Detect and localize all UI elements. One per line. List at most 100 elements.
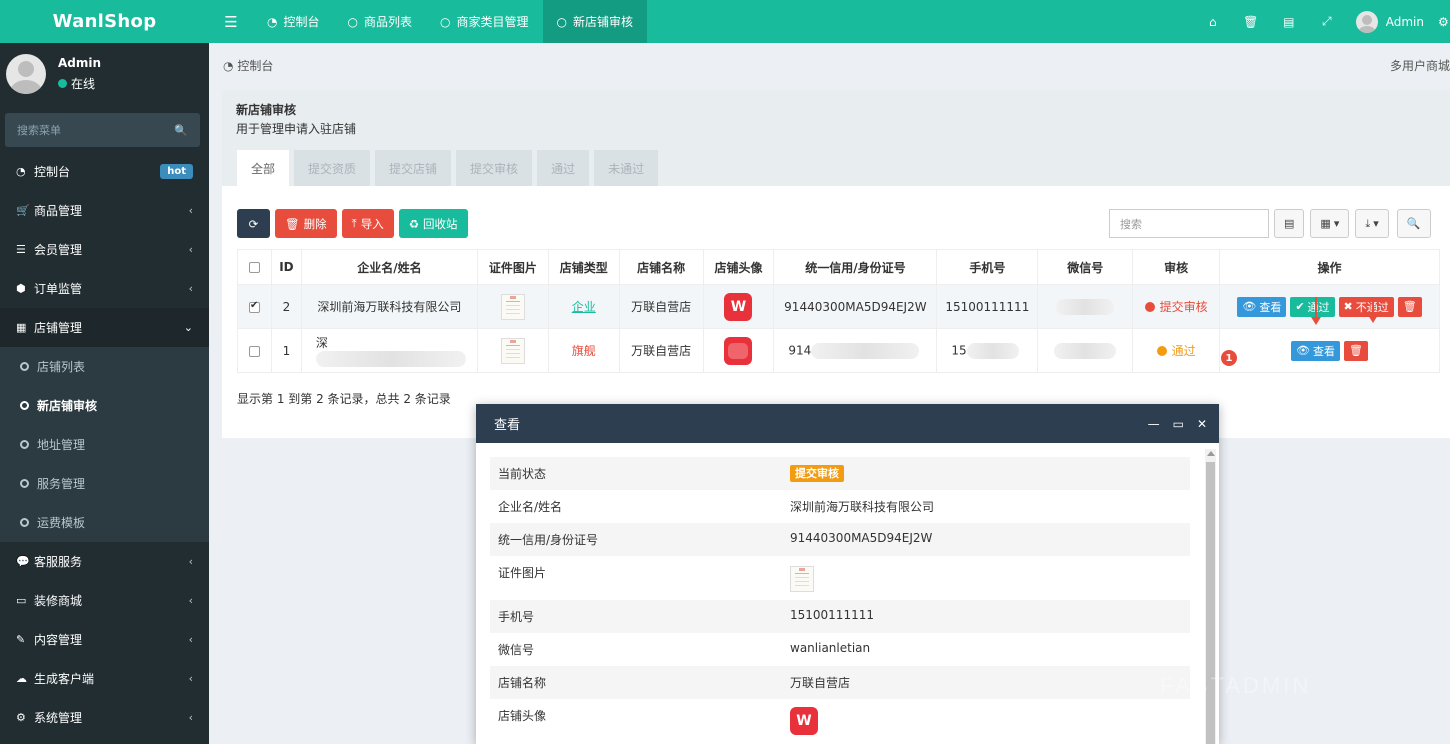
column-header[interactable]: 店铺头像	[702, 249, 775, 285]
sidebar-item-dashboard[interactable]: ◔ 控制台 hot	[0, 152, 209, 191]
sidebar-item-members[interactable]: ☰ 会员管理 ‹	[0, 230, 209, 269]
row-checkbox[interactable]	[248, 300, 260, 313]
toggle-view-button[interactable]: ▤	[1274, 209, 1305, 238]
detail-row: 统一信用/身份证号 91440300MA5D94EJ2W	[490, 523, 1190, 556]
close-icon[interactable]: ✕	[1197, 417, 1207, 431]
tab-category-manage[interactable]: ○ 商家类目管理	[426, 0, 543, 43]
sidebar-item-customer-service[interactable]: 💬 客服服务 ‹	[0, 542, 209, 581]
table-icon: ▤	[1284, 217, 1295, 230]
import-button[interactable]: ⤒ 导入	[341, 209, 394, 238]
breadcrumb[interactable]: ◔ 控制台	[223, 57, 273, 74]
sidebar-item-client[interactable]: ☁ 生成客户端 ‹	[0, 659, 209, 698]
trash-icon[interactable]: 🗑	[1232, 0, 1270, 43]
app-logo[interactable]: WanlShop	[0, 0, 209, 43]
checkbox[interactable]	[248, 262, 260, 273]
sidebar-item-label: 店铺管理	[34, 321, 83, 335]
view-button[interactable]: 👁 查看	[1237, 296, 1287, 317]
row-checkbox[interactable]	[248, 345, 260, 357]
export-button[interactable]: ⤓ ▾	[1355, 209, 1389, 238]
recycle-bin-button[interactable]: ♻ 回收站	[398, 209, 468, 238]
tab-label: 新店铺审核	[572, 15, 633, 29]
scroll-up-icon[interactable]	[1207, 451, 1215, 456]
columns-button[interactable]: ▦ ▾	[1310, 209, 1350, 238]
tab-submit-review[interactable]: 提交审核	[456, 150, 533, 186]
tab-dashboard[interactable]: ◔ 控制台	[253, 0, 334, 43]
tab-submit-shop[interactable]: 提交店铺	[375, 150, 452, 186]
tab-label: 商家类目管理	[456, 15, 529, 29]
sidebar-subitem-shop-list[interactable]: 店铺列表	[0, 347, 209, 386]
shop-avatar-image[interactable]: W	[724, 292, 753, 321]
select-all-checkbox[interactable]	[237, 249, 272, 285]
pass-button[interactable]: ✔ 通过	[1290, 296, 1335, 317]
sidebar-item-decoration[interactable]: ▭ 装修商城 ‹	[0, 581, 209, 620]
credit-blurred	[811, 342, 920, 359]
column-header[interactable]: 操作	[1219, 249, 1440, 285]
modal-scrollbar[interactable]	[1205, 449, 1216, 744]
sidebar-subitem-freight[interactable]: 运费模板	[0, 503, 209, 542]
search-icon[interactable]: 🔍	[174, 124, 188, 137]
column-header[interactable]: 审核	[1132, 249, 1221, 285]
home-icon[interactable]: ⌂	[1194, 0, 1232, 43]
certificate-image[interactable]	[790, 566, 814, 592]
column-header[interactable]: 企业名/姓名	[300, 249, 478, 285]
delete-row-button[interactable]: 🗑	[1344, 340, 1369, 361]
sidebar-item-system[interactable]: ⚙ 系统管理 ‹	[0, 698, 209, 737]
delete-row-button[interactable]: 🗑	[1397, 296, 1422, 317]
column-header[interactable]: 微信号	[1037, 249, 1134, 285]
sidebar-search-input[interactable]: 搜索菜单 🔍	[5, 113, 200, 147]
tab-all[interactable]: 全部	[237, 150, 290, 186]
sidebar-item-content[interactable]: ✎ 内容管理 ‹	[0, 620, 209, 659]
breadcrumb-home[interactable]: 控制台	[237, 59, 273, 73]
shop-avatar-image[interactable]	[724, 336, 753, 365]
chevron-left-icon: ‹	[188, 282, 193, 295]
refresh-button[interactable]: ⟳	[237, 209, 270, 238]
tab-new-shop-review[interactable]: ○ 新店铺审核	[542, 0, 647, 43]
column-header[interactable]: 手机号	[936, 249, 1039, 285]
status-tabs: 全部 提交资质 提交店铺 提交审核 通过 未通过	[237, 150, 659, 186]
column-header[interactable]: 统一信用/身份证号	[773, 249, 938, 285]
delete-button[interactable]: 🗑 删除	[275, 209, 337, 238]
column-header[interactable]: ID	[270, 249, 302, 285]
view-button[interactable]: 👁 查看	[1291, 340, 1341, 361]
column-header[interactable]: 店铺名称	[618, 249, 704, 285]
scroll-thumb[interactable]	[1206, 462, 1215, 744]
minimize-icon[interactable]: —	[1148, 417, 1160, 431]
shop-type-link[interactable]: 企业	[572, 300, 596, 314]
translate-icon[interactable]: ▤	[1270, 0, 1308, 43]
watermark: FASTADMIN	[1160, 673, 1312, 698]
sidebar-item-shops[interactable]: ▦ 店铺管理 ⌄	[0, 308, 209, 347]
tab-product-list[interactable]: ○ 商品列表	[334, 0, 427, 43]
table-search-input[interactable]: 搜索	[1109, 209, 1269, 238]
sidebar-item-orders[interactable]: ⬢ 订单监管 ‹	[0, 269, 209, 308]
certificate-image[interactable]	[500, 293, 525, 320]
tab-submit-qualification[interactable]: 提交资质	[294, 150, 371, 186]
gear-icon: ⚙	[16, 711, 26, 724]
sidebar-subitem-service[interactable]: 服务管理	[0, 464, 209, 503]
reject-button[interactable]: ✖不通过	[1338, 296, 1394, 317]
sidebar-item-products[interactable]: 🛒 商品管理 ‹	[0, 191, 209, 230]
modal-title: 查看	[494, 418, 521, 433]
sidebar-subitem-address[interactable]: 地址管理	[0, 425, 209, 464]
maximize-icon[interactable]: ▭	[1173, 417, 1184, 431]
tab-passed[interactable]: 通过	[537, 150, 590, 186]
detail-key: 店铺头像	[498, 709, 547, 723]
fullscreen-icon[interactable]: ⤢	[1308, 0, 1346, 43]
admin-menu[interactable]: Admin	[1346, 10, 1438, 33]
certificate-image[interactable]	[500, 337, 525, 364]
avatar	[1355, 10, 1378, 33]
detail-value: 91440300MA5D94EJ2W	[790, 531, 933, 545]
gear-icon[interactable]: ⚙	[1438, 0, 1450, 43]
shop-avatar-image[interactable]: W	[790, 707, 818, 735]
eye-icon: 👁	[1296, 344, 1311, 357]
table-row[interactable]: 1 深 旗舰 万联自营店 914 15 通过 👁 查看 🗑	[237, 328, 1440, 373]
table-tools: ▤ ▦ ▾ ⤓ ▾ 🔍	[1274, 209, 1431, 238]
column-header[interactable]: 店铺类型	[547, 249, 620, 285]
button-label: 查看	[1259, 300, 1282, 314]
tab-rejected[interactable]: 未通过	[594, 150, 659, 186]
column-header[interactable]: 证件图片	[476, 249, 549, 285]
table-row[interactable]: 2 深圳前海万联科技有限公司 企业 万联自营店 W 91440300MA5D94…	[237, 284, 1440, 329]
sidebar-subitem-new-shop-review[interactable]: 新店铺审核	[0, 386, 209, 425]
menu-toggle-icon[interactable]: ☰	[209, 0, 253, 43]
advanced-search-button[interactable]: 🔍	[1396, 209, 1431, 238]
sidebar-item-label: 生成客户端	[34, 672, 95, 686]
